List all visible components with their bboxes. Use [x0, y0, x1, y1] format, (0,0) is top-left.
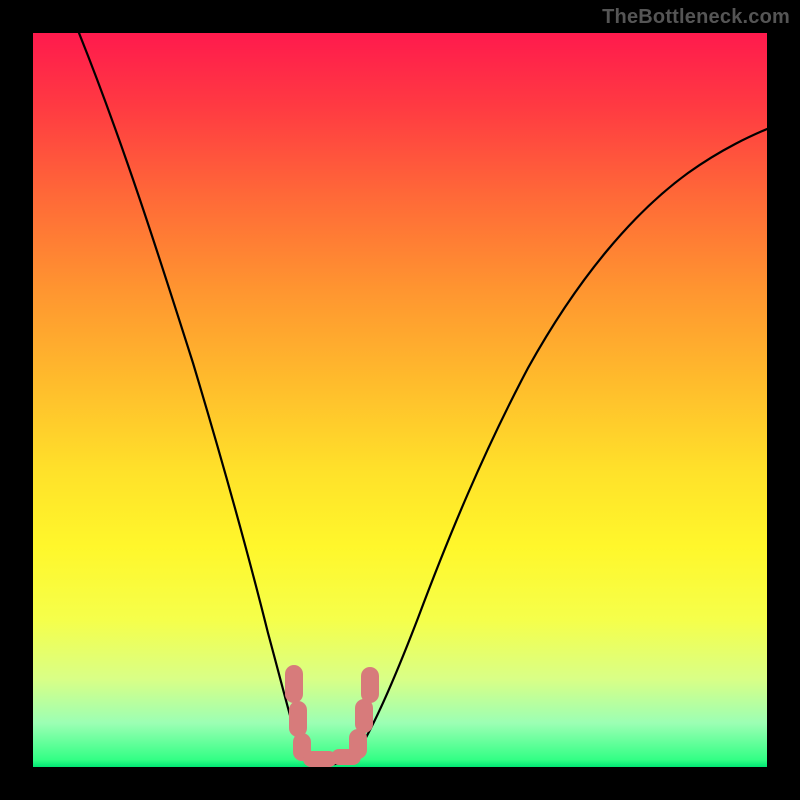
- valley-marker: [355, 699, 373, 733]
- watermark-text: TheBottleneck.com: [602, 6, 790, 29]
- plot-area: [33, 33, 767, 767]
- valley-marker: [361, 667, 379, 703]
- valley-marker: [289, 701, 307, 737]
- chart-frame: TheBottleneck.com: [0, 0, 800, 800]
- valley-marker: [349, 729, 367, 759]
- gradient-background: [33, 33, 767, 767]
- valley-marker: [285, 665, 303, 703]
